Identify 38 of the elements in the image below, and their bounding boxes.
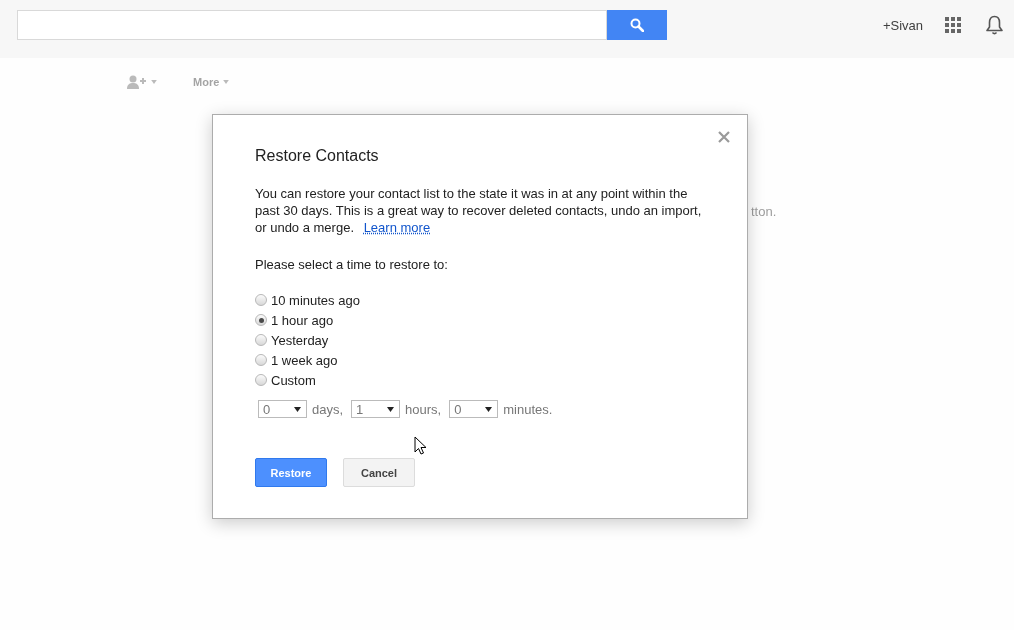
radio-button[interactable] [255, 374, 267, 386]
close-button[interactable] [718, 131, 730, 143]
restore-prompt: Please select a time to restore to: [255, 256, 449, 273]
radio-button[interactable] [255, 354, 267, 366]
dropdown[interactable]: 0 [449, 400, 499, 418]
add-contact-button[interactable] [127, 75, 157, 89]
background-text: tton. [751, 204, 777, 219]
unit-label: days, [312, 401, 344, 417]
person-add-icon [127, 75, 147, 89]
option-label[interactable]: 1 week ago [271, 352, 338, 368]
caret-icon [485, 406, 493, 412]
radio-button[interactable] [255, 314, 267, 326]
search-field[interactable] [17, 10, 607, 40]
close-icon [718, 131, 730, 143]
search-button[interactable] [607, 10, 667, 40]
apps-grid-icon[interactable] [945, 17, 961, 33]
learn-more-link[interactable]: Learn more [363, 220, 431, 235]
radio-button[interactable] [255, 334, 267, 346]
option-label[interactable]: 1 hour ago [271, 312, 334, 328]
option-label[interactable]: Yesterday [271, 332, 329, 348]
search-icon [630, 18, 644, 32]
caret-icon [294, 406, 301, 412]
cursor-icon [414, 436, 427, 455]
option-label[interactable]: 10 minutes ago [271, 292, 360, 308]
caret-icon [223, 80, 230, 84]
dialog-description: You can restore your contact list to the state it was in at any point within the past 30 days. This is a great way to recover deleted contacts, undo an import, or undo a merge. Learn more [255, 185, 703, 236]
unit-label: hours, [405, 401, 442, 417]
caret-icon [151, 80, 157, 84]
dialog-title: Restore Contacts [255, 146, 380, 166]
bell-icon[interactable] [986, 15, 1003, 35]
option-label[interactable]: Custom [271, 372, 316, 388]
unit-label: minutes. [503, 401, 553, 417]
account-link[interactable]: +Sivan [882, 17, 923, 33]
secondary-button[interactable]: Cancel [343, 458, 415, 487]
caret-icon [387, 406, 395, 412]
radio-button[interactable] [255, 294, 267, 306]
dropdown[interactable]: 1 [351, 400, 401, 418]
dropdown[interactable]: 0 [258, 400, 307, 418]
